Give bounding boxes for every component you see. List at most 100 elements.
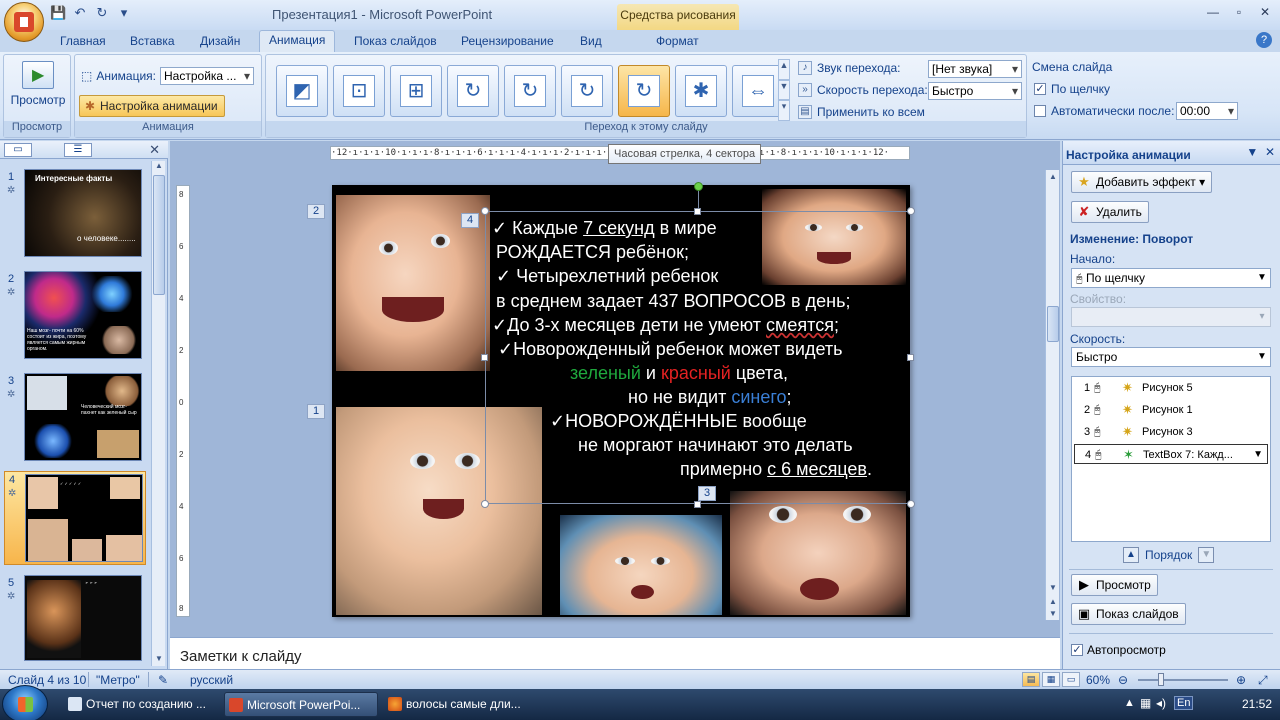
transition-wheel-2[interactable]: ↻: [504, 65, 556, 117]
customize-qat-icon[interactable]: ▾: [116, 5, 132, 21]
autopreview-checkbox[interactable]: ✓: [1071, 644, 1083, 656]
transition-wipe[interactable]: ◩: [276, 65, 328, 117]
minimize-icon[interactable]: —: [1202, 4, 1224, 20]
slide-thumbnail[interactable]: 1 ✲ Интересные факты о человеке........: [0, 169, 150, 261]
slideshow-view-icon[interactable]: ▭: [1062, 672, 1080, 687]
fit-slide-icon[interactable]: ⤢: [1258, 673, 1268, 688]
add-effect-button[interactable]: ★ Добавить эффект ▾: [1071, 171, 1213, 193]
slides-tab[interactable]: ▭: [4, 143, 32, 157]
transition-wheel-8[interactable]: ✱: [675, 65, 727, 117]
taskbar-item[interactable]: Отчет по созданию ...: [64, 692, 218, 717]
rotation-handle[interactable]: [694, 182, 703, 191]
slide-thumbnail-active[interactable]: 4 ✲ ✓ ✓ ✓ ✓ ✓: [4, 471, 146, 565]
redo-icon[interactable]: ↻: [94, 5, 110, 21]
volume-icon[interactable]: ◂): [1156, 696, 1166, 710]
transition-box-out[interactable]: ⊞: [390, 65, 442, 117]
play-button[interactable]: ▶ Просмотр: [1071, 574, 1158, 596]
animation-list[interactable]: 1 🖰 ✷ Рисунок 5 2 🖰 ✷ Рисунок 1 3 🖰 ✷ Рисунок …: [1071, 376, 1271, 542]
input-language[interactable]: En: [1174, 696, 1194, 710]
dropdown-arrow-icon[interactable]: ▼: [1253, 445, 1263, 465]
resize-handle[interactable]: [481, 207, 489, 215]
slides-scrollbar[interactable]: ▲ ▼: [151, 161, 165, 666]
tab-animation[interactable]: Анимация: [259, 30, 336, 52]
apply-all-button[interactable]: Применить ко всем: [817, 105, 925, 119]
baby-photo-2[interactable]: [762, 189, 906, 285]
baby-photo-5[interactable]: [730, 491, 906, 615]
scroll-down-icon[interactable]: ▼: [152, 654, 166, 666]
tab-review[interactable]: Рецензирование: [461, 32, 554, 50]
normal-view-icon[interactable]: ▤: [1022, 672, 1040, 687]
tab-design[interactable]: Дизайн: [200, 32, 240, 50]
sound-select[interactable]: [Нет звука]: [928, 60, 1022, 78]
language-status[interactable]: русский: [190, 673, 233, 687]
current-slide[interactable]: ✓ Каждые 7 секунд в мире РОЖДАЕТСЯ ребён…: [332, 185, 910, 617]
notes-pane[interactable]: Заметки к слайду: [170, 637, 1060, 669]
zoom-knob[interactable]: [1158, 673, 1164, 686]
tab-insert[interactable]: Вставка: [130, 32, 175, 50]
undo-icon[interactable]: ↶: [72, 5, 88, 21]
tray-arrow-icon[interactable]: ▲: [1124, 697, 1135, 709]
resize-handle[interactable]: [907, 500, 915, 508]
list-item[interactable]: 3 🖰 ✷ Рисунок 3: [1074, 422, 1268, 442]
zoom-level[interactable]: 60%: [1086, 673, 1110, 687]
resize-handle[interactable]: [481, 500, 489, 508]
list-item-selected[interactable]: 4 🖰 ✶ TextBox 7: Кажд... ▼: [1074, 444, 1268, 464]
transition-wheel-4[interactable]: ↻: [618, 65, 670, 117]
remove-button[interactable]: ✘ Удалить: [1071, 201, 1149, 223]
resize-handle[interactable]: [907, 207, 915, 215]
pane-close-icon[interactable]: ✕: [1265, 145, 1275, 159]
preview-button[interactable]: Просмотр: [8, 59, 68, 107]
spellcheck-icon[interactable]: ✎: [158, 673, 168, 687]
canvas-scrollbar[interactable]: ▲ ▼ ▲ ▼: [1045, 170, 1059, 620]
gallery-up-icon[interactable]: ▲: [778, 59, 790, 80]
prev-slide-icon[interactable]: ▲: [1046, 597, 1060, 606]
taskbar-item-active[interactable]: Microsoft PowerPoi...: [224, 692, 378, 717]
move-up-icon[interactable]: ▲: [1123, 547, 1139, 563]
close-panel-icon[interactable]: ✕: [149, 142, 160, 158]
zoom-slider[interactable]: [1138, 679, 1228, 681]
scroll-down-icon[interactable]: ▼: [1046, 583, 1060, 592]
slideshow-button[interactable]: ▣ Показ слайдов: [1071, 603, 1186, 625]
start-select[interactable]: 🖰 По щелчку ▼: [1071, 268, 1271, 288]
maximize-icon[interactable]: ▫: [1228, 4, 1250, 20]
baby-photo-3[interactable]: [336, 407, 542, 615]
tab-home[interactable]: Главная: [60, 32, 106, 50]
resize-handle[interactable]: [694, 208, 701, 215]
speed-select[interactable]: Быстро ▼: [1071, 347, 1271, 367]
office-button[interactable]: [4, 2, 44, 42]
resize-handle[interactable]: [694, 501, 701, 508]
resize-handle[interactable]: [907, 354, 914, 361]
scroll-thumb[interactable]: [1047, 306, 1059, 342]
animation-tag[interactable]: 2: [307, 204, 325, 219]
gallery-down-icon[interactable]: ▼: [778, 79, 790, 101]
network-icon[interactable]: ▦: [1140, 696, 1151, 710]
slide-thumbnail[interactable]: 3 ✲ Человеческий мозг- пахнет как зелены…: [0, 373, 150, 465]
list-item[interactable]: 2 🖰 ✷ Рисунок 1: [1074, 400, 1268, 420]
tab-slideshow[interactable]: Показ слайдов: [354, 32, 437, 50]
start-button[interactable]: [2, 685, 48, 720]
on-click-checkbox[interactable]: ✓: [1034, 83, 1046, 95]
close-icon[interactable]: ✕: [1254, 4, 1276, 20]
transition-wheel-1[interactable]: ↻: [447, 65, 499, 117]
taskbar-item[interactable]: волосы самые дли...: [384, 692, 538, 717]
sorter-view-icon[interactable]: ▦: [1042, 672, 1060, 687]
help-icon[interactable]: ?: [1256, 32, 1272, 48]
zoom-in-icon[interactable]: ⊕: [1236, 673, 1246, 687]
tab-view[interactable]: Вид: [580, 32, 602, 50]
transition-split[interactable]: ⇔: [732, 65, 784, 117]
custom-animation-button[interactable]: Настройка анимации: [79, 95, 225, 117]
slide-thumbnail[interactable]: 2 ✲ Наш мозг- почти на 60% состоит из жи…: [0, 271, 150, 363]
slide-thumbnail[interactable]: 5 ✲ ➢ ➢ ➢: [0, 575, 150, 665]
animation-tag[interactable]: 3: [698, 486, 716, 501]
pane-menu-icon[interactable]: ▼: [1246, 145, 1258, 159]
scroll-up-icon[interactable]: ▲: [1046, 172, 1060, 181]
move-down-icon[interactable]: ▼: [1198, 547, 1215, 563]
animation-tag[interactable]: 1: [307, 404, 325, 419]
animation-select[interactable]: Настройка ...: [160, 67, 255, 85]
gallery-more-icon[interactable]: ▾: [778, 100, 790, 122]
tab-format[interactable]: Формат: [656, 32, 699, 50]
next-slide-icon[interactable]: ▼: [1046, 609, 1060, 618]
save-icon[interactable]: 💾: [50, 5, 66, 21]
resize-handle[interactable]: [481, 354, 488, 361]
zoom-out-icon[interactable]: ⊖: [1118, 673, 1128, 687]
